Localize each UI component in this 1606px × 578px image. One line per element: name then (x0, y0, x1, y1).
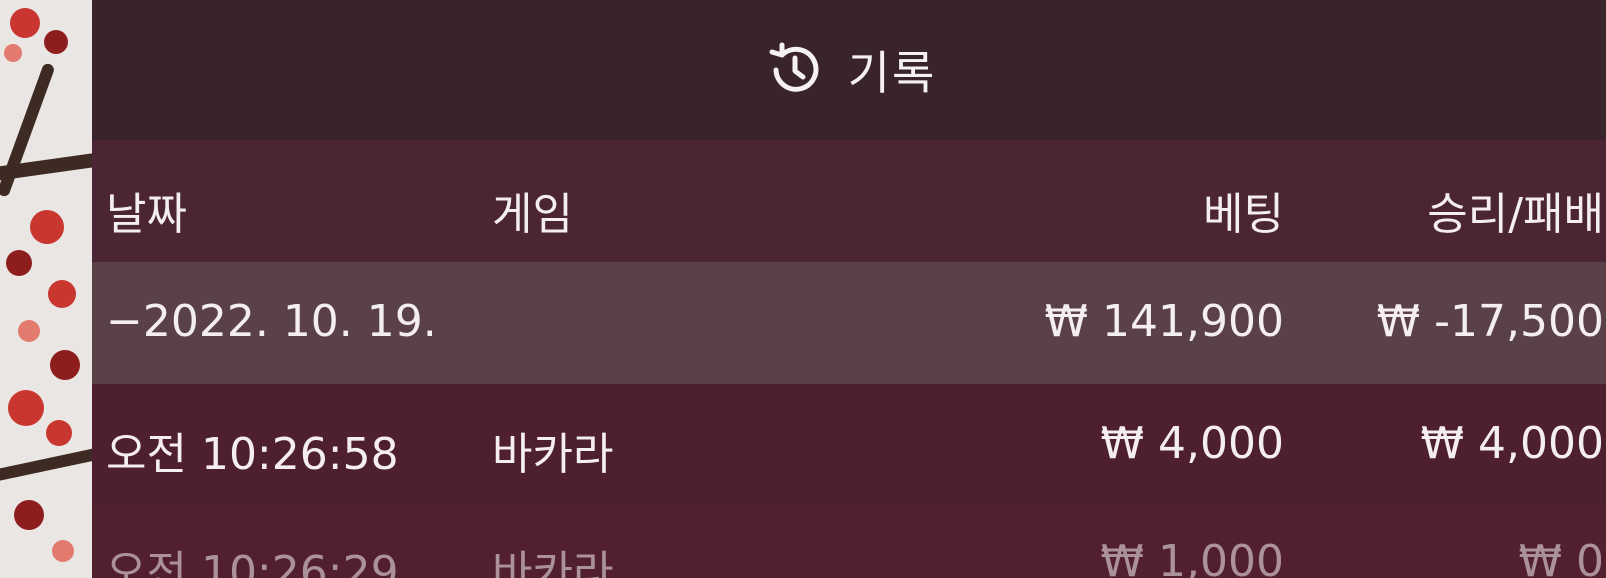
row-bet: ₩ 1,000 (1100, 536, 1284, 578)
row-game: 바카라 (492, 429, 614, 480)
date-group-row[interactable]: −2022. 10. 19. ₩ 141,900 ₩ -17,500 (92, 262, 1606, 384)
row-game: 바카라 (492, 547, 614, 578)
date-group-win-loss-total: ₩ -17,500 (1376, 296, 1604, 347)
row-time: 오전 10:26:29 (106, 547, 399, 578)
row-bet: ₩ 4,000 (1100, 418, 1284, 469)
table-header: 날짜 게임 베팅 승리/패배 (92, 140, 1606, 262)
column-header-win-loss: 승리/패배 (1427, 189, 1604, 240)
table-row[interactable]: 오전 10:26:29 바카라 ₩ 1,000 ₩ 0 (92, 506, 1606, 578)
column-header-bet: 베팅 (1203, 189, 1284, 240)
date-group-label: −2022. 10. 19. (106, 296, 437, 347)
row-win-loss: ₩ 0 (1518, 536, 1605, 578)
date-group-bet-total: ₩ 141,900 (1044, 296, 1284, 347)
table-row[interactable]: 오전 10:26:58 바카라 ₩ 4,000 ₩ 4,000 (92, 384, 1606, 506)
history-title-bar: 기록 (92, 0, 1606, 140)
column-header-date: 날짜 (106, 189, 187, 240)
page-title: 기록 (847, 46, 937, 100)
history-icon (769, 42, 819, 92)
history-panel: 기록 날짜 게임 베팅 승리/패배 −2022. 10. 19. ₩ 141,9… (92, 0, 1606, 578)
decorative-plum-blossom-strip (0, 0, 92, 578)
row-time: 오전 10:26:58 (106, 429, 399, 480)
row-win-loss: ₩ 4,000 (1420, 418, 1604, 469)
column-header-game: 게임 (492, 189, 573, 240)
